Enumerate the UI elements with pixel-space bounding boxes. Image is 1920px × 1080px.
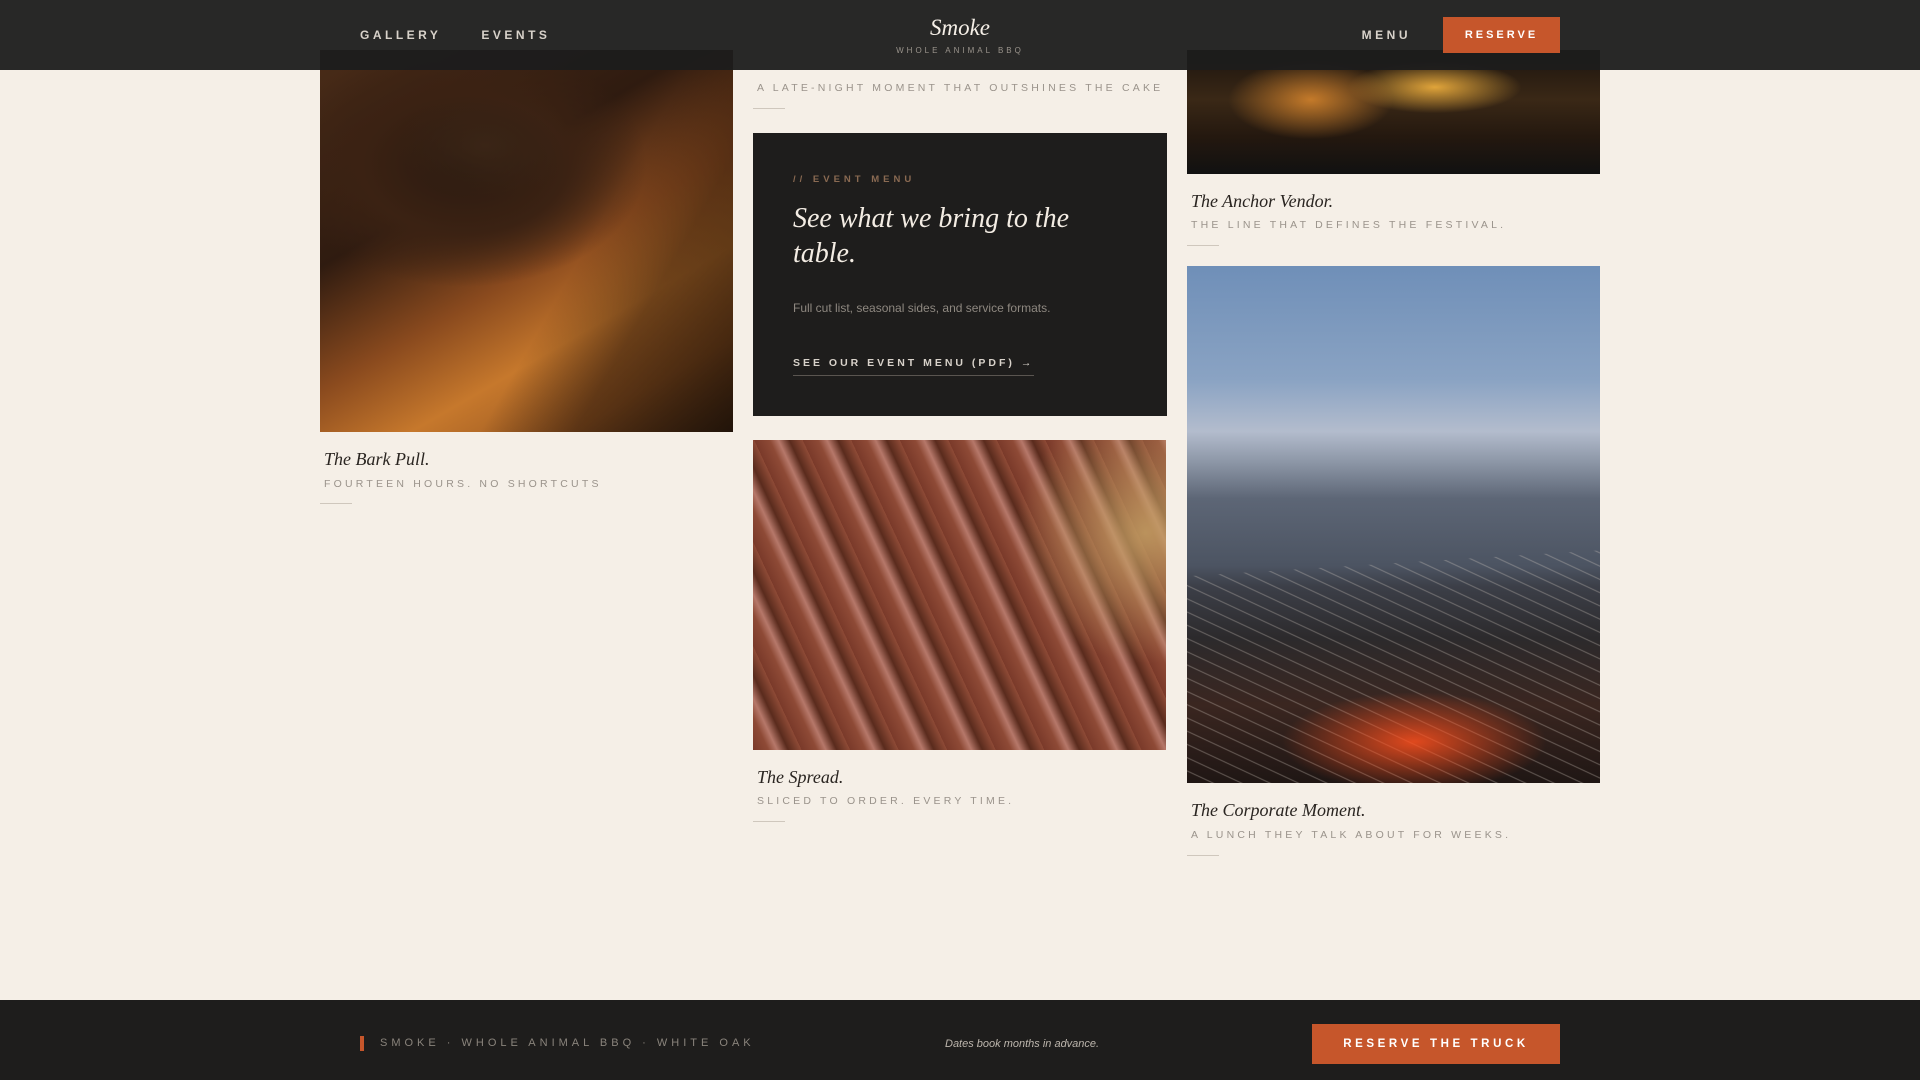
corporate-moment-divider — [1187, 855, 1219, 856]
bark-pull-subtitle: FOURTEEN HOURS. NO SHORTCUTS — [324, 478, 602, 490]
corporate-moment-subtitle: A LUNCH THEY TALK ABOUT FOR WEEKS. — [1191, 829, 1512, 841]
event-menu-card: // EVENT MENU See what we bring to the t… — [753, 133, 1167, 416]
spread-divider — [753, 821, 785, 822]
footer-note: Dates book months in advance. — [945, 1038, 1100, 1050]
footer-tagline: SMOKE · WHOLE ANIMAL BBQ · WHITE OAK — [380, 1037, 755, 1049]
reserve-button[interactable]: RESERVE — [1443, 17, 1560, 53]
late-night-divider — [753, 108, 785, 109]
nav-events-link[interactable]: EVENTS — [481, 28, 550, 42]
brand-logo[interactable]: Smoke WHOLE ANIMAL BBQ — [860, 14, 1060, 55]
event-menu-title: See what we bring to the table. — [793, 203, 1070, 269]
event-menu-description: Full cut list, seasonal sides, and servi… — [793, 301, 1051, 315]
spread-subtitle: SLICED TO ORDER. EVERY TIME. — [757, 795, 1015, 807]
anchor-vendor-divider — [1187, 245, 1219, 246]
footer-accent-bar — [360, 1036, 364, 1051]
late-night-subtitle: A LATE-NIGHT MOMENT THAT OUTSHINES THE C… — [757, 82, 1164, 94]
reserve-truck-button[interactable]: RESERVE THE TRUCK — [1312, 1024, 1560, 1064]
site-header: GALLERY EVENTS Smoke WHOLE ANIMAL BBQ ME… — [0, 0, 1920, 70]
spread-title: The Spread. — [757, 767, 844, 787]
nav-left: GALLERY EVENTS — [360, 0, 550, 70]
event-menu-kicker: // EVENT MENU — [793, 174, 916, 185]
nav-right: MENU RESERVE — [1362, 0, 1560, 70]
brand-title: Smoke — [929, 15, 991, 40]
corporate-moment-title: The Corporate Moment. — [1191, 800, 1366, 820]
event-menu-pdf-link[interactable]: SEE OUR EVENT MENU (PDF) → — [793, 357, 1035, 376]
anchor-vendor-title: The Anchor Vendor. — [1191, 191, 1334, 211]
bark-pull-photo[interactable] — [320, 50, 733, 432]
nav-gallery-link[interactable]: GALLERY — [360, 28, 441, 42]
corporate-moment-photo[interactable] — [1187, 266, 1600, 783]
brand-subtitle: WHOLE ANIMAL BBQ — [896, 46, 1024, 55]
sticky-footer: SMOKE · WHOLE ANIMAL BBQ · WHITE OAK Dat… — [0, 1000, 1920, 1080]
bark-pull-divider — [320, 503, 352, 504]
nav-menu-link[interactable]: MENU — [1362, 28, 1411, 42]
bark-pull-title: The Bark Pull. — [324, 449, 430, 469]
spread-photo[interactable] — [753, 440, 1166, 750]
anchor-vendor-subtitle: THE LINE THAT DEFINES THE FESTIVAL. — [1191, 219, 1507, 231]
